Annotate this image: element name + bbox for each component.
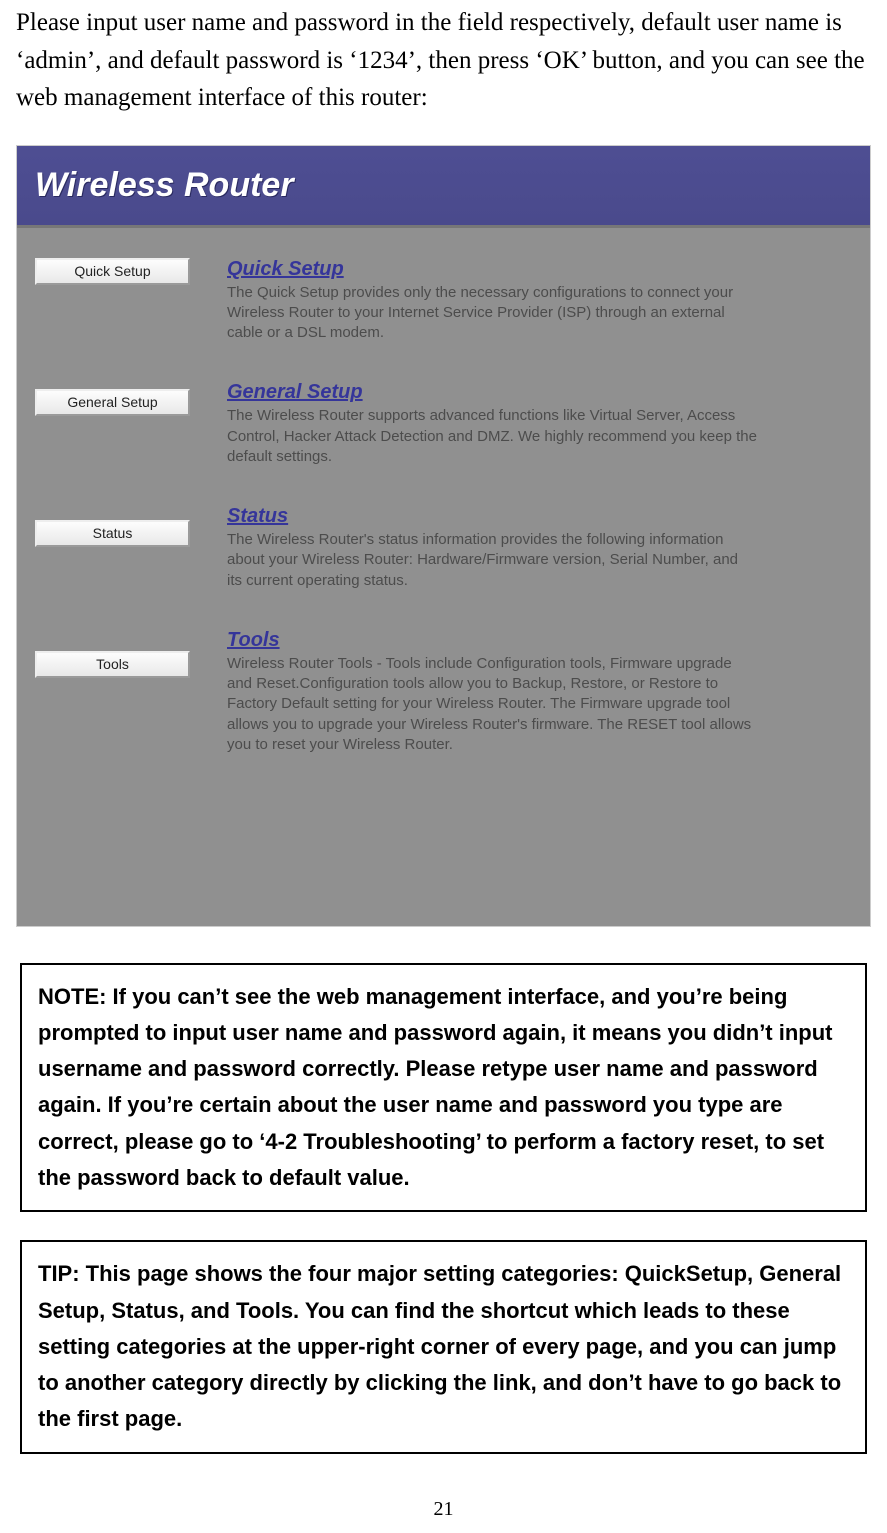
general-setup-heading[interactable]: General Setup — [227, 381, 830, 404]
section-quick-setup: Quick Setup The Quick Setup provides onl… — [227, 258, 830, 344]
intro-paragraph: Please input user name and password in t… — [16, 4, 871, 117]
tools-button[interactable]: Tools — [35, 651, 190, 678]
general-setup-desc: The Wireless Router supports advanced fu… — [227, 406, 757, 467]
status-desc: The Wireless Router's status information… — [227, 530, 757, 591]
tools-heading[interactable]: Tools — [227, 629, 830, 652]
page-number: 21 — [16, 1498, 871, 1521]
status-heading[interactable]: Status — [227, 505, 830, 528]
router-title: Wireless Router — [35, 166, 294, 205]
quick-setup-button[interactable]: Quick Setup — [35, 258, 190, 285]
router-main: Quick Setup The Quick Setup provides onl… — [227, 228, 870, 926]
router-titlebar: Wireless Router — [17, 146, 870, 228]
status-button[interactable]: Status — [35, 520, 190, 547]
quick-setup-desc: The Quick Setup provides only the necess… — [227, 283, 757, 344]
section-status: Status The Wireless Router's status info… — [227, 505, 830, 591]
quick-setup-heading[interactable]: Quick Setup — [227, 258, 830, 281]
section-tools: Tools Wireless Router Tools - Tools incl… — [227, 629, 830, 755]
tip-box: TIP: This page shows the four major sett… — [20, 1240, 867, 1453]
router-screenshot: Wireless Router Quick Setup General Setu… — [16, 145, 871, 927]
section-general-setup: General Setup The Wireless Router suppor… — [227, 381, 830, 467]
general-setup-button[interactable]: General Setup — [35, 389, 190, 416]
router-body: Quick Setup General Setup Status Tools Q… — [17, 228, 870, 926]
note-box: NOTE: If you can’t see the web managemen… — [20, 963, 867, 1213]
tools-desc: Wireless Router Tools - Tools include Co… — [227, 654, 757, 755]
router-sidebar: Quick Setup General Setup Status Tools — [17, 228, 227, 926]
